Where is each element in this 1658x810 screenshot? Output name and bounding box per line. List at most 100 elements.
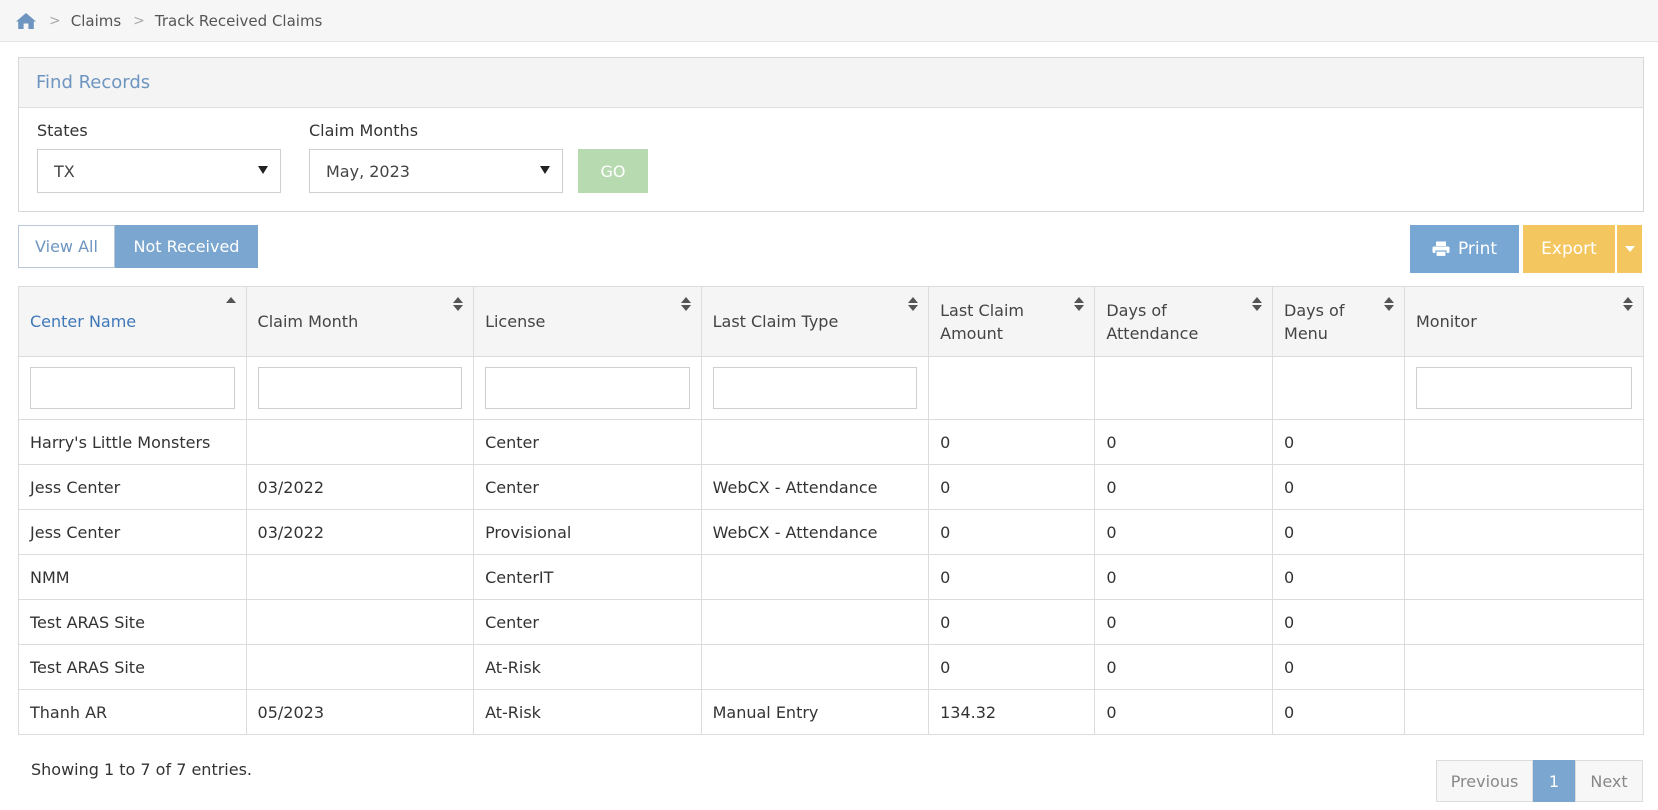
filter-cell <box>473 356 702 420</box>
page-number-button[interactable]: 1 <box>1533 760 1575 802</box>
table-cell: Thanh AR <box>18 689 247 735</box>
sort-icon <box>1252 297 1263 313</box>
table-cell: 0 <box>928 599 1096 645</box>
table-cell: 0 <box>1094 464 1274 510</box>
filter-cell <box>18 356 247 420</box>
table-cell <box>1403 419 1645 465</box>
last-claim-type-filter-input[interactable] <box>712 367 918 409</box>
states-select-value: TX <box>54 161 75 181</box>
filter-row <box>18 356 1645 420</box>
table-row[interactable]: NMM CenterIT 0 0 0 <box>18 554 1645 600</box>
column-header-days-of-attendance[interactable]: Days of Attendance <box>1094 286 1274 357</box>
table-cell <box>1403 644 1645 690</box>
column-header-days-of-menu[interactable]: Days of Menu <box>1272 286 1405 357</box>
table-cell <box>1403 599 1645 645</box>
table-cell <box>700 554 930 600</box>
filter-cell <box>1403 356 1645 420</box>
table-cell: Test ARAS Site <box>18 599 247 645</box>
filter-cell-empty <box>928 356 1096 420</box>
not-received-button[interactable]: Not Received <box>115 225 258 268</box>
column-header-license[interactable]: License <box>473 286 702 357</box>
table-cell: 03/2022 <box>245 464 475 510</box>
breadcrumb-separator-icon: > <box>133 12 145 29</box>
printer-icon <box>1432 241 1450 257</box>
filter-cell <box>700 356 930 420</box>
table-header-row: Center Name Claim Month License Last Cla… <box>18 286 1645 357</box>
find-records-panel: Find Records States TX Claim Months May,… <box>18 57 1644 212</box>
sort-icon <box>453 297 464 313</box>
table-row[interactable]: Test ARAS Site Center 0 0 0 <box>18 599 1645 645</box>
sort-icon <box>1623 297 1633 313</box>
home-icon[interactable] <box>15 10 37 32</box>
breadcrumb-current: Track Received Claims <box>154 11 323 30</box>
table-row[interactable]: Harry's Little Monsters Center 0 0 0 <box>18 419 1645 465</box>
breadcrumb-separator-icon: > <box>49 12 61 29</box>
claims-table: Center Name Claim Month License Last Cla… <box>18 286 1645 735</box>
table-row[interactable]: Jess Center 03/2022 Center WebCX - Atten… <box>18 464 1645 510</box>
chevron-down-icon <box>540 166 550 174</box>
filter-cell-empty <box>1094 356 1274 420</box>
table-cell: Jess Center <box>18 509 247 555</box>
print-button[interactable]: Print <box>1410 225 1519 273</box>
table-cell: 0 <box>1272 419 1405 465</box>
table-cell: At-Risk <box>473 689 702 735</box>
states-label: States <box>37 121 88 140</box>
center-name-filter-input[interactable] <box>30 367 235 409</box>
export-dropdown-toggle[interactable] <box>1616 225 1642 273</box>
sort-icon <box>1074 297 1085 313</box>
go-button[interactable]: GO <box>578 149 648 193</box>
view-all-button[interactable]: View All <box>18 225 115 268</box>
column-header-last-claim-type[interactable]: Last Claim Type <box>700 286 930 357</box>
column-header-label: Center Name <box>30 312 137 331</box>
table-cell: 0 <box>928 509 1096 555</box>
table-cell: 0 <box>928 464 1096 510</box>
states-select[interactable]: TX <box>37 149 281 193</box>
chevron-down-icon <box>258 166 268 174</box>
table-cell: 0 <box>1094 554 1274 600</box>
table-cell: Provisional <box>473 509 702 555</box>
table-cell <box>245 419 475 465</box>
table-cell: 0 <box>1272 554 1405 600</box>
filter-cell <box>245 356 475 420</box>
column-header-claim-month[interactable]: Claim Month <box>245 286 475 357</box>
table-cell: 0 <box>1094 419 1274 465</box>
breadcrumb-claims[interactable]: Claims <box>71 12 121 30</box>
license-filter-input[interactable] <box>485 367 690 409</box>
table-cell: 0 <box>1094 509 1274 555</box>
table-row[interactable]: Thanh AR 05/2023 At-Risk Manual Entry 13… <box>18 689 1645 735</box>
column-header-center-name[interactable]: Center Name <box>18 286 247 357</box>
table-cell: CenterIT <box>473 554 702 600</box>
table-cell: Center <box>473 599 702 645</box>
table-cell: 03/2022 <box>245 509 475 555</box>
table-cell: At-Risk <box>473 644 702 690</box>
table-cell: 0 <box>1272 509 1405 555</box>
column-header-last-claim-amount[interactable]: Last Claim Amount <box>928 286 1096 357</box>
table-cell <box>245 644 475 690</box>
claim-month-filter-input[interactable] <box>257 367 463 409</box>
claim-months-select[interactable]: May, 2023 <box>309 149 563 193</box>
table-cell: Center <box>473 419 702 465</box>
table-cell <box>1403 689 1645 735</box>
export-button[interactable]: Export <box>1523 225 1615 273</box>
column-header-label: License <box>485 312 546 331</box>
column-header-label: Monitor <box>1415 312 1477 331</box>
table-row[interactable]: Test ARAS Site At-Risk 0 0 0 <box>18 644 1645 690</box>
table-cell <box>700 599 930 645</box>
table-cell <box>1403 554 1645 600</box>
sort-icon <box>680 297 691 313</box>
sort-icon <box>1383 297 1394 313</box>
previous-page-button[interactable]: Previous <box>1436 760 1533 802</box>
column-header-monitor[interactable]: Monitor <box>1403 286 1645 357</box>
column-header-label: Claim Month <box>257 312 359 331</box>
next-page-button[interactable]: Next <box>1575 760 1643 802</box>
table-cell: 0 <box>1272 689 1405 735</box>
table-cell <box>700 419 930 465</box>
column-header-label: Days of Menu <box>1284 300 1345 343</box>
table-cell: Manual Entry <box>700 689 930 735</box>
table-row[interactable]: Jess Center 03/2022 Provisional WebCX - … <box>18 509 1645 555</box>
entries-summary: Showing 1 to 7 of 7 entries. <box>31 760 252 779</box>
table-cell: 0 <box>928 554 1096 600</box>
table-cell: 0 <box>1272 644 1405 690</box>
table-cell: 0 <box>1094 644 1274 690</box>
monitor-filter-input[interactable] <box>1415 367 1632 409</box>
